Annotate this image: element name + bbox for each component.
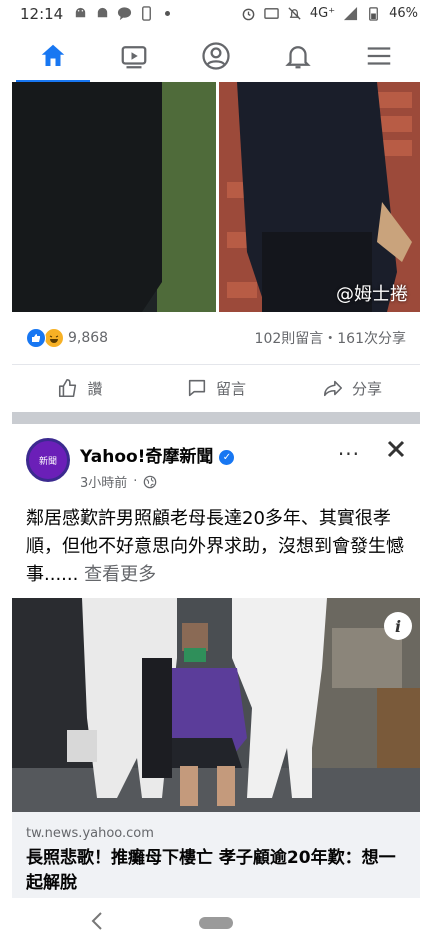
comment-button[interactable]: 留言	[148, 377, 284, 399]
close-button[interactable]	[386, 436, 406, 466]
cast-icon	[264, 8, 279, 19]
home-pill-button[interactable]	[199, 917, 233, 929]
android-nav-bar	[0, 898, 432, 950]
post-text: 鄰居感歎許男照顧老母長達20多年、其實很孝順，但他不好意思向外界求助，沒想到會發…	[26, 505, 412, 589]
tab-profile[interactable]	[175, 30, 257, 82]
network-label: 4G⁺	[309, 6, 336, 21]
separator-dot: ·	[133, 474, 138, 489]
feed-divider	[12, 412, 420, 424]
hamburger-menu-icon	[367, 47, 391, 65]
more-options-button[interactable]: ···	[338, 442, 360, 466]
tab-menu[interactable]	[338, 30, 420, 82]
comments-shares-count[interactable]: 102則留言・161次分享	[255, 328, 420, 348]
phone-icon	[142, 6, 151, 21]
battery-icon	[369, 7, 378, 21]
video-icon	[122, 46, 147, 69]
post-time[interactable]: 3小時前	[80, 472, 127, 491]
tab-home[interactable]	[12, 30, 94, 83]
reactions-row: 9,868 102則留言・161次分享	[12, 318, 420, 358]
comment-icon	[188, 379, 206, 397]
android-icon-2	[97, 7, 108, 18]
page-avatar[interactable]: 新聞	[26, 438, 70, 482]
photo-illustration	[12, 82, 420, 312]
close-icon	[387, 440, 405, 458]
like-button[interactable]: 讚	[12, 377, 148, 399]
like-reaction-icon	[26, 328, 46, 348]
comment-label: 留言	[215, 379, 246, 398]
status-bar: 12:14 4G⁺ 46%	[0, 0, 432, 30]
like-label: 讚	[87, 379, 103, 398]
tab-notifications[interactable]	[257, 30, 339, 82]
profile-icon	[202, 42, 230, 70]
notification-icons	[73, 6, 170, 21]
battery-level: 46%	[389, 6, 418, 21]
link-title: 長照悲歌！推癱母下樓亡 孝子顧逾20年歎：想一起解脫	[26, 848, 396, 893]
post-photo[interactable]: @姆士捲	[12, 82, 420, 312]
photo-watermark: @姆士捲	[336, 284, 408, 305]
share-icon	[323, 380, 343, 397]
mute-icon	[288, 7, 301, 20]
thumbs-up-icon	[59, 378, 77, 398]
globe-icon	[144, 475, 157, 488]
bell-icon	[284, 46, 311, 69]
top-nav	[12, 30, 420, 83]
action-row: 讚 留言 分享	[12, 364, 420, 411]
post-header: 新聞 Yahoo!奇摩新聞 ✓ 3小時前 · ···	[12, 424, 420, 500]
see-more-link[interactable]: 查看更多	[84, 564, 156, 585]
signal-icon	[344, 6, 358, 21]
share-label: 分享	[351, 379, 382, 398]
tab-watch[interactable]	[94, 30, 176, 82]
link-preview[interactable]: tw.news.yahoo.com 長照悲歌！推癱母下樓亡 孝子顧逾20年歎：想…	[12, 812, 420, 898]
back-button[interactable]	[90, 910, 104, 938]
page-name[interactable]: Yahoo!奇摩新聞 ✓	[80, 442, 235, 467]
reaction-summary[interactable]: 9,868	[12, 328, 108, 348]
article-photo[interactable]: i	[12, 598, 420, 812]
reaction-count: 9,868	[68, 330, 109, 346]
more-notifications-dot	[165, 11, 170, 16]
link-domain: tw.news.yahoo.com	[26, 826, 154, 841]
haha-reaction-icon	[44, 328, 64, 348]
home-icon	[41, 44, 65, 66]
chat-icon	[117, 7, 132, 21]
share-button[interactable]: 分享	[284, 377, 420, 399]
post-body: 鄰居感歎許男照顧老母長達20多年、其實很孝順，但他不好意思向外界求助，沒想到會發…	[26, 508, 404, 585]
article-photo-illustration	[12, 598, 420, 812]
verified-badge-icon: ✓	[219, 450, 235, 465]
avatar-text: 新聞	[38, 456, 57, 467]
info-icon[interactable]: i	[384, 612, 412, 640]
page-name-text: Yahoo!奇摩新聞	[80, 447, 214, 467]
alarm-icon	[242, 8, 255, 21]
post-meta: 3小時前 ·	[80, 472, 157, 491]
status-time: 12:14	[20, 5, 64, 23]
status-right: 4G⁺ 46%	[241, 6, 418, 21]
android-icon	[75, 7, 86, 18]
back-chevron-icon	[91, 912, 102, 930]
